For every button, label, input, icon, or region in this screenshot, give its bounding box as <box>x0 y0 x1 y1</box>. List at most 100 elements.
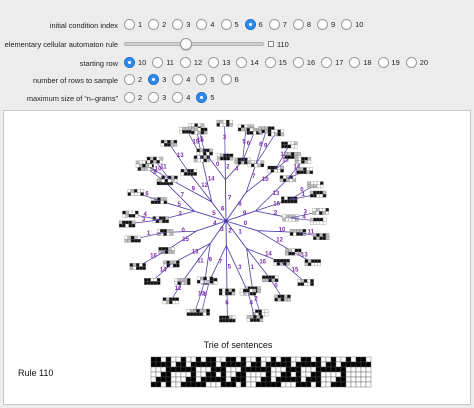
node-cell <box>284 144 288 149</box>
radio-option-initial-condition-10[interactable]: 10 <box>341 19 363 30</box>
node-cell <box>194 127 198 132</box>
node-cell <box>226 119 230 124</box>
automaton-cell <box>165 376 172 383</box>
trie-graph: 012345678910 1112131415160123456789101112… <box>118 119 330 323</box>
node-cell <box>175 300 180 305</box>
radio-button-icon[interactable] <box>377 57 389 68</box>
automaton-cell <box>215 366 222 373</box>
radio-option-max-ngram-5[interactable]: 5 <box>196 92 215 103</box>
node-cell <box>287 152 292 156</box>
node-cell <box>259 318 264 322</box>
radio-button-icon[interactable] <box>220 19 232 30</box>
node-cell <box>316 184 321 189</box>
radio-option-rows-to-sample-6[interactable]: 6 <box>220 74 239 85</box>
radio-option-starting-row-16[interactable]: 16 <box>292 57 315 68</box>
edge-label: 14 <box>160 268 167 274</box>
radio-option-rows-to-sample-2[interactable]: 2 <box>124 74 142 85</box>
radio-option-starting-row-11[interactable]: 11 <box>152 57 174 68</box>
radio-option-initial-condition-2[interactable]: 2 <box>148 19 166 30</box>
trie-node <box>191 127 208 135</box>
node-cell <box>312 211 317 215</box>
radio-option-initial-condition-6[interactable]: 6 <box>244 19 263 30</box>
automaton-cell <box>165 381 172 388</box>
initial-condition-radio-group: 1 2 3 4 5 6 7 8 9 10 <box>124 19 369 30</box>
radio-option-initial-condition-3[interactable]: 3 <box>172 19 190 30</box>
node-cell <box>309 190 314 195</box>
radio-button-icon[interactable] <box>292 57 304 68</box>
radio-button-icon[interactable] <box>264 57 276 68</box>
radio-option-starting-row-20[interactable]: 20 <box>405 57 428 68</box>
node-cell <box>171 247 175 251</box>
edge-label: 12 <box>175 286 182 292</box>
radio-button-icon[interactable] <box>236 57 248 68</box>
radio-button-icon[interactable] <box>349 57 361 68</box>
edge-label: 13 <box>273 191 280 197</box>
radio-option-rows-to-sample-5[interactable]: 5 <box>196 74 215 85</box>
radio-option-initial-condition-1[interactable]: 1 <box>124 19 142 30</box>
radio-button-icon[interactable] <box>124 19 135 30</box>
radio-option-initial-condition-5[interactable]: 5 <box>220 19 239 30</box>
radio-option-starting-row-12[interactable]: 12 <box>179 57 202 68</box>
node-cell <box>166 232 171 236</box>
radio-button-icon[interactable] <box>148 74 160 85</box>
radio-button-icon[interactable] <box>172 74 184 85</box>
radio-option-max-ngram-3[interactable]: 3 <box>148 92 166 103</box>
radio-option-rows-to-sample-3[interactable]: 3 <box>148 74 166 85</box>
node-cell <box>132 263 137 267</box>
radio-button-icon[interactable] <box>268 19 280 30</box>
radio-button-icon[interactable] <box>148 19 160 30</box>
rule-slider[interactable] <box>124 38 264 50</box>
radio-button-icon[interactable] <box>196 92 208 103</box>
node-cell <box>128 223 133 228</box>
node-cell <box>261 309 266 314</box>
radio-button-icon[interactable] <box>152 57 164 68</box>
radio-button-icon[interactable] <box>321 57 333 68</box>
radio-option-initial-condition-9[interactable]: 9 <box>317 19 335 30</box>
radio-button-icon[interactable] <box>341 19 353 30</box>
radio-option-starting-row-10[interactable]: 10 <box>124 57 146 68</box>
radio-option-initial-condition-7[interactable]: 7 <box>268 19 287 30</box>
radio-option-initial-condition-8[interactable]: 8 <box>292 19 311 30</box>
radio-button-icon[interactable] <box>405 57 417 68</box>
slider-expand-icon[interactable] <box>268 41 274 47</box>
radio-option-rows-to-sample-4[interactable]: 4 <box>172 74 190 85</box>
radio-button-icon[interactable] <box>124 74 135 85</box>
node-cell <box>193 312 197 316</box>
radio-button-icon[interactable] <box>148 92 160 103</box>
trie-node <box>124 235 141 243</box>
radio-button-icon[interactable] <box>220 74 232 85</box>
radio-option-initial-condition-4[interactable]: 4 <box>196 19 215 30</box>
node-cell <box>313 217 317 222</box>
edge-label: 0 <box>216 162 220 168</box>
radio-button-icon[interactable] <box>196 74 208 85</box>
radio-option-starting-row-13[interactable]: 13 <box>208 57 230 68</box>
radio-option-max-ngram-4[interactable]: 4 <box>172 92 190 103</box>
automaton-cell <box>295 371 302 378</box>
radio-button-icon[interactable] <box>124 92 135 103</box>
edge-label: 13 <box>177 153 184 159</box>
radio-button-icon[interactable] <box>244 19 256 30</box>
radio-button-icon[interactable] <box>172 92 184 103</box>
radio-button-icon[interactable] <box>208 57 220 68</box>
radio-option-starting-row-17[interactable]: 17 <box>321 57 343 68</box>
radio-option-starting-row-18[interactable]: 18 <box>349 57 372 68</box>
edge-label: 14 <box>265 251 272 257</box>
automaton-cell <box>155 366 162 373</box>
radio-option-starting-row-14[interactable]: 14 <box>236 57 259 68</box>
node-cell <box>239 291 244 296</box>
radio-option-max-ngram-2[interactable]: 2 <box>124 92 142 103</box>
edge-label: 3 <box>238 265 242 271</box>
control-panel: initial condition index 1 2 3 4 5 6 7 8 9 10 elem… <box>0 0 474 108</box>
node-cell <box>222 123 227 127</box>
radio-button-icon[interactable] <box>172 19 184 30</box>
node-cell <box>277 132 281 137</box>
radio-option-starting-row-15[interactable]: 15 <box>264 57 287 68</box>
radio-button-icon[interactable] <box>196 19 208 30</box>
radio-button-icon[interactable] <box>317 19 328 30</box>
rule-slider-thumb[interactable] <box>180 38 193 50</box>
automaton-cell <box>215 356 222 363</box>
radio-button-icon[interactable] <box>179 57 191 68</box>
radio-option-starting-row-19[interactable]: 19 <box>377 57 400 68</box>
radio-button-icon[interactable] <box>124 57 135 68</box>
radio-button-icon[interactable] <box>292 19 304 30</box>
